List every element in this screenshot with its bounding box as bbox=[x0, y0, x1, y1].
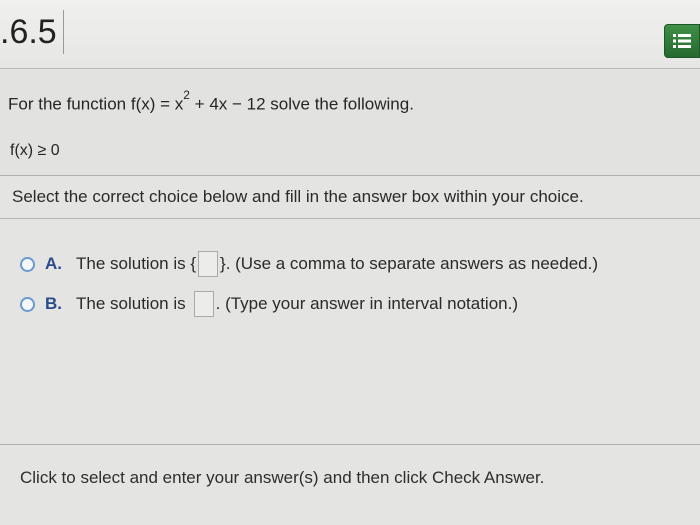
choice-b[interactable]: B. The solution is . (Type your answer i… bbox=[20, 290, 518, 318]
problem-condition: f(x) ≥ 0 bbox=[10, 142, 60, 159]
section-number: .6.5 bbox=[0, 10, 64, 54]
choice-text-before: The solution is { bbox=[76, 254, 197, 273]
radio-choice-a[interactable] bbox=[20, 256, 35, 272]
answer-box-b[interactable] bbox=[193, 291, 214, 317]
choice-a[interactable]: A. The solution is { }. (Use a comma to … bbox=[20, 250, 598, 278]
choice-letter: B. bbox=[45, 294, 62, 313]
problem-panel: For the function f(x) = x2 + 4x − 12 sol… bbox=[0, 69, 700, 176]
problem-exponent: 2 bbox=[183, 88, 190, 102]
instruction-text: Select the correct choice below and fill… bbox=[12, 187, 584, 206]
problem-prefix: For the function f(x) = x bbox=[8, 94, 184, 114]
header-bar: .6.5 bbox=[0, 0, 700, 69]
radio-choice-b[interactable] bbox=[20, 296, 35, 312]
footer-divider bbox=[0, 444, 700, 445]
answer-box-a[interactable] bbox=[198, 251, 219, 277]
menu-list-icon bbox=[673, 34, 691, 48]
choice-text-after: . (Type your answer in interval notation… bbox=[215, 294, 518, 313]
menu-button[interactable] bbox=[664, 24, 700, 58]
footer-instruction: Click to select and enter your answer(s)… bbox=[20, 468, 545, 487]
problem-suffix: + 4x − 12 solve the following. bbox=[189, 94, 414, 114]
choice-letter: A. bbox=[45, 254, 62, 273]
choice-text-before: The solution is bbox=[76, 294, 186, 313]
problem-statement: For the function f(x) = x2 + 4x − 12 sol… bbox=[8, 88, 414, 115]
choice-text-after: }. (Use a comma to separate answers as n… bbox=[220, 254, 598, 273]
divider bbox=[0, 218, 700, 219]
